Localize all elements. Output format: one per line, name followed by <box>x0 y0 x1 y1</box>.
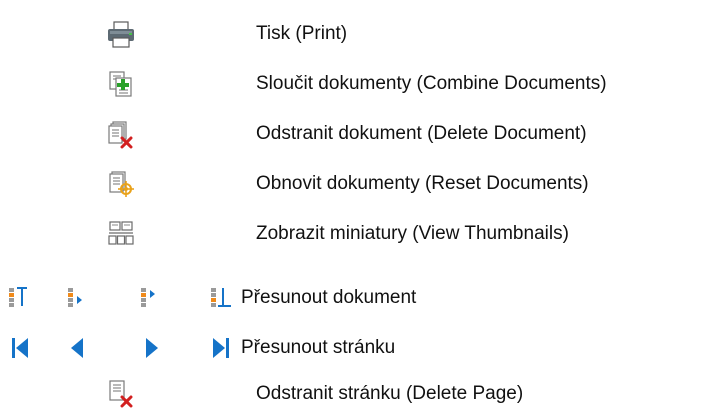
delete-document-icon[interactable] <box>105 118 137 150</box>
move-page-label: Přesunout stránku <box>241 337 396 358</box>
thumbnails-icon[interactable] <box>105 218 137 250</box>
print-label: Tisk (Print) <box>256 23 348 44</box>
delete-page-icon[interactable] <box>105 378 137 410</box>
combine-documents-icon[interactable] <box>105 68 137 100</box>
view-thumbnails-label: Zobrazit miniatury (View Thumbnails) <box>256 223 569 244</box>
next-page-icon[interactable] <box>135 332 167 364</box>
legend-row-combine-documents: Sloučit dokumenty (Combine Documents) <box>0 68 702 108</box>
legend-row-view-thumbnails: Zobrazit miniatury (View Thumbnails) <box>0 218 702 258</box>
move-document-first-icon[interactable] <box>4 282 36 314</box>
legend-row-delete-document: Odstranit dokument (Delete Document) <box>0 118 702 158</box>
move-document-last-icon[interactable] <box>205 282 237 314</box>
legend-row-delete-page: Odstranit stránku (Delete Page) <box>0 378 702 418</box>
legend-row-print: Tisk (Print) <box>0 18 702 58</box>
legend-row-reset-documents: Obnovit dokumenty (Reset Documents) <box>0 168 702 208</box>
move-document-up-icon[interactable] <box>62 282 94 314</box>
move-document-label: Přesunout dokument <box>241 287 417 308</box>
printer-icon[interactable] <box>105 18 137 50</box>
reset-documents-icon[interactable] <box>105 168 137 200</box>
combine-documents-label: Sloučit dokumenty (Combine Documents) <box>256 73 607 94</box>
delete-page-label: Odstranit stránku (Delete Page) <box>256 383 524 404</box>
previous-page-icon[interactable] <box>62 332 94 364</box>
move-document-down-icon[interactable] <box>135 282 167 314</box>
delete-document-label: Odstranit dokument (Delete Document) <box>256 123 587 144</box>
legend-row-move-document: Přesunout dokument <box>0 282 702 322</box>
first-page-icon[interactable] <box>4 332 36 364</box>
last-page-icon[interactable] <box>205 332 237 364</box>
reset-documents-label: Obnovit dokumenty (Reset Documents) <box>256 173 589 194</box>
legend-row-move-page: Přesunout stránku <box>0 332 702 372</box>
